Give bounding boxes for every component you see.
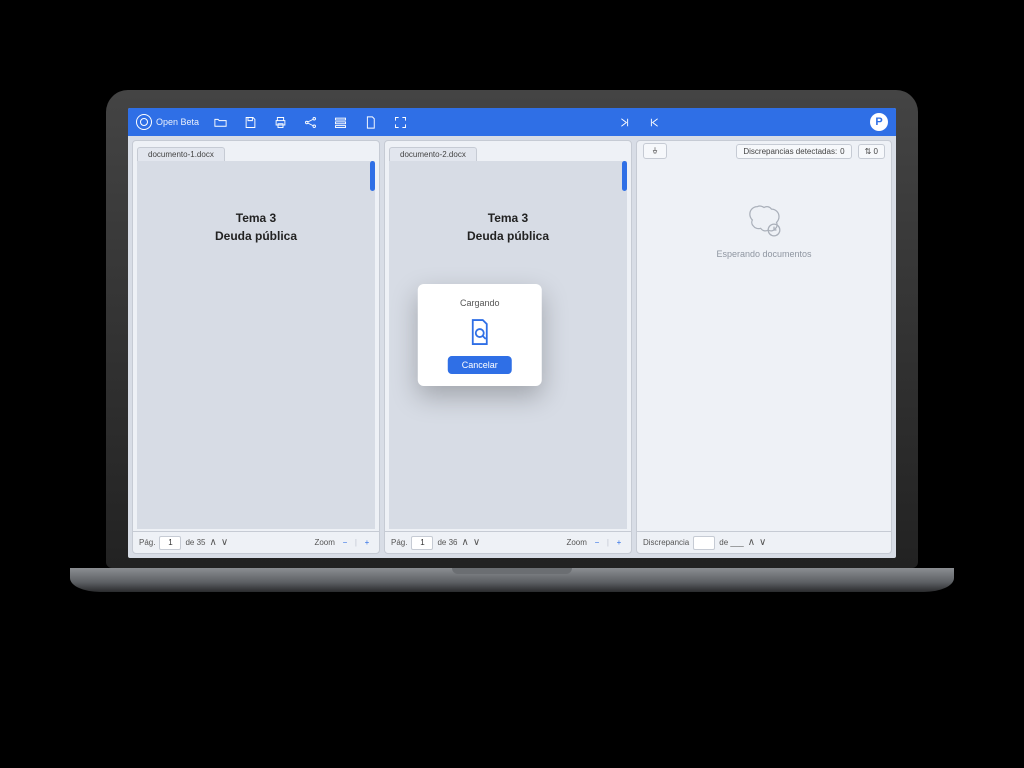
- page-prev-icon[interactable]: ∧: [462, 537, 469, 548]
- pane-footer-2: Pág. 1 de 36 ∧ ∨ Zoom − | +: [385, 531, 631, 553]
- zoom-label: Zoom: [314, 538, 334, 547]
- pane-footer-1: Pág. 1 de 35 ∧ ∨ Zoom − | +: [133, 531, 379, 553]
- discrepancy-body: Esperando documentos: [637, 161, 891, 531]
- save-icon[interactable]: [241, 113, 259, 131]
- fullscreen-icon[interactable]: [391, 113, 409, 131]
- waiting-label: Esperando documentos: [716, 249, 811, 259]
- page-preview: Tema 3 Deuda pública: [467, 211, 549, 243]
- laptop-frame: Open Beta: [106, 90, 918, 568]
- go-last-icon[interactable]: [616, 113, 634, 131]
- disc-next-icon[interactable]: ∨: [759, 537, 766, 548]
- document-pane-1: documento-1.docx Tema 3 Deuda pública Pá…: [132, 140, 380, 554]
- tab-row: documento-1.docx: [133, 141, 379, 161]
- tab-doc-1[interactable]: documento-1.docx: [137, 147, 225, 161]
- doc1-heading: Tema 3: [215, 211, 297, 225]
- page-label: Pág.: [391, 538, 407, 547]
- page-label: Pág.: [139, 538, 155, 547]
- tab-row: documento-2.docx: [385, 141, 631, 161]
- list-view-icon[interactable]: [331, 113, 349, 131]
- page-preview: Tema 3 Deuda pública: [215, 211, 297, 243]
- discrepancy-footer: Discrepancia de ___ ∧ ∨: [637, 531, 891, 553]
- tab-doc-2[interactable]: documento-2.docx: [389, 147, 477, 161]
- page-prev-icon[interactable]: ∧: [210, 537, 217, 548]
- disc-index-input[interactable]: [693, 536, 715, 550]
- laptop-base: [70, 568, 954, 592]
- doc1-subheading: Deuda pública: [215, 229, 297, 243]
- discrepancies-count: Discrepancias detectadas: 0: [736, 144, 851, 159]
- user-avatar[interactable]: P: [870, 113, 888, 131]
- loading-modal: Cargando Cancelar: [418, 284, 542, 386]
- zoom-in-icon[interactable]: +: [613, 538, 625, 547]
- main-toolbar: Open Beta: [128, 108, 896, 136]
- disc-prev-icon[interactable]: ∧: [748, 537, 755, 548]
- page-input-1[interactable]: 1: [159, 536, 181, 550]
- document-search-icon: [468, 318, 492, 346]
- brand-label: Open Beta: [156, 117, 199, 127]
- page-next-icon[interactable]: ∨: [221, 537, 228, 548]
- doc2-heading: Tema 3: [467, 211, 549, 225]
- disc-of-label: de ___: [719, 538, 743, 547]
- print-icon[interactable]: [271, 113, 289, 131]
- go-first-icon[interactable]: [646, 113, 664, 131]
- zoom-label: Zoom: [566, 538, 586, 547]
- folder-open-icon[interactable]: [211, 113, 229, 131]
- document-viewport-1[interactable]: Tema 3 Deuda pública: [137, 161, 375, 529]
- cancel-button[interactable]: Cancelar: [448, 356, 512, 374]
- zoom-in-icon[interactable]: +: [361, 538, 373, 547]
- share-icon[interactable]: [301, 113, 319, 131]
- brain-clock-icon: [744, 201, 784, 239]
- page-of: de 36: [437, 538, 457, 547]
- document-icon[interactable]: [361, 113, 379, 131]
- modal-title: Cargando: [460, 298, 500, 308]
- page-input-2[interactable]: 1: [411, 536, 433, 550]
- app-screen: Open Beta: [128, 108, 896, 558]
- doc2-subheading: Deuda pública: [467, 229, 549, 243]
- zoom-out-icon[interactable]: −: [339, 538, 351, 547]
- discrepancy-pane: Discrepancias detectadas: 0 ⇅ 0 Esper: [636, 140, 892, 554]
- disc-footer-label: Discrepancia: [643, 538, 689, 547]
- app-logo: Open Beta: [136, 114, 199, 130]
- page-of: de 35: [185, 538, 205, 547]
- page-next-icon[interactable]: ∨: [473, 537, 480, 548]
- logo-icon: [136, 114, 152, 130]
- zoom-out-icon[interactable]: −: [591, 538, 603, 547]
- discrepancy-header: Discrepancias detectadas: 0 ⇅ 0: [637, 141, 891, 161]
- pin-button[interactable]: [643, 143, 667, 159]
- wrap-toggle[interactable]: ⇅ 0: [858, 144, 885, 159]
